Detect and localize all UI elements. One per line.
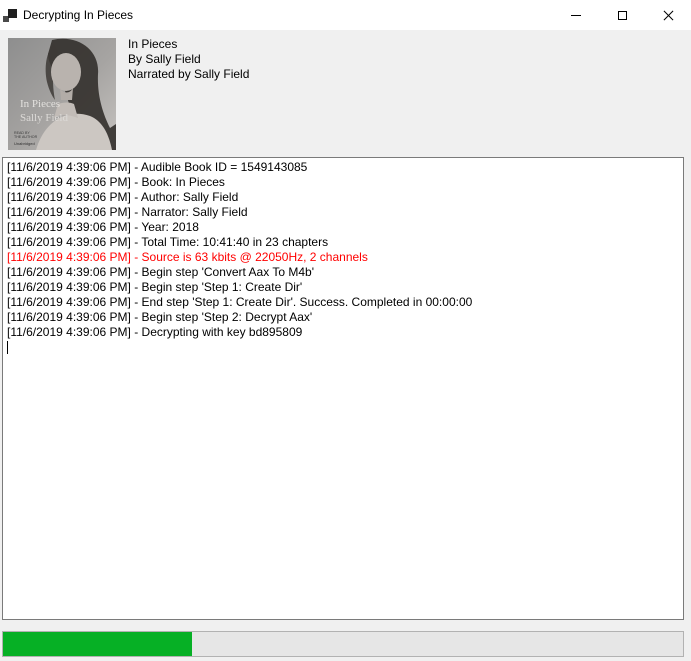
cover-edition-text: Unabridged — [14, 141, 35, 146]
log-line: [11/6/2019 4:39:06 PM] - Begin step 'Ste… — [7, 280, 683, 295]
cover-readby-line2: THE AUTHOR — [14, 135, 38, 139]
titlebar[interactable]: Decrypting In Pieces — [0, 0, 691, 30]
minimize-icon — [571, 15, 581, 16]
log-line: [11/6/2019 4:39:06 PM] - Audible Book ID… — [7, 160, 683, 175]
maximize-button[interactable] — [599, 0, 645, 30]
log-line: [11/6/2019 4:39:06 PM] - Decrypting with… — [7, 325, 683, 340]
minimize-button[interactable] — [553, 0, 599, 30]
progress-fill — [3, 632, 192, 656]
progress-bar — [2, 631, 684, 657]
close-button[interactable] — [645, 0, 691, 30]
log-line: [11/6/2019 4:39:06 PM] - Begin step 'Ste… — [7, 310, 683, 325]
close-icon — [663, 10, 674, 21]
log-line: [11/6/2019 4:39:06 PM] - End step 'Step … — [7, 295, 683, 310]
log-line: [11/6/2019 4:39:06 PM] - Begin step 'Con… — [7, 265, 683, 280]
cover-author-text: Sally Field — [20, 112, 68, 124]
maximize-icon — [618, 11, 627, 20]
book-author: By Sally Field — [128, 52, 249, 67]
cover-title-text: In Pieces — [20, 98, 60, 110]
log-line: [11/6/2019 4:39:06 PM] - Year: 2018 — [7, 220, 683, 235]
book-narrator: Narrated by Sally Field — [128, 67, 249, 82]
log-line: [11/6/2019 4:39:06 PM] - Total Time: 10:… — [7, 235, 683, 250]
book-info: In Pieces By Sally Field Narrated by Sal… — [128, 37, 249, 82]
book-title: In Pieces — [128, 37, 249, 52]
text-caret — [7, 341, 8, 354]
log-line: [11/6/2019 4:39:06 PM] - Book: In Pieces — [7, 175, 683, 190]
log-output[interactable]: [11/6/2019 4:39:06 PM] - Audible Book ID… — [2, 157, 684, 620]
window-title: Decrypting In Pieces — [23, 8, 133, 22]
log-line: [11/6/2019 4:39:06 PM] - Author: Sally F… — [7, 190, 683, 205]
log-line: [11/6/2019 4:39:06 PM] - Narrator: Sally… — [7, 205, 683, 220]
log-line: [11/6/2019 4:39:06 PM] - Source is 63 kb… — [7, 250, 683, 265]
book-cover-image: In Pieces Sally Field READ BY THE AUTHOR… — [8, 38, 116, 150]
app-icon — [3, 9, 17, 22]
